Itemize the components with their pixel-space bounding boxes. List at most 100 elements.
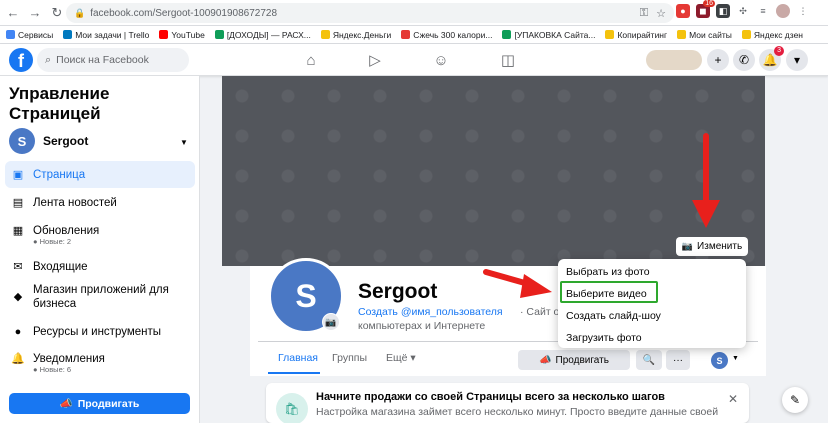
bookmark-label: Яндекс дзен xyxy=(753,29,803,40)
sidebar-item-1[interactable]: ▣ Страница xyxy=(5,161,195,188)
news-feed-icon: ▤ xyxy=(12,197,24,209)
bookmark-favicon-icon xyxy=(502,30,512,39)
sidebar-item-label: Входящие xyxy=(33,260,88,273)
extensions-area: ● ◼ 16 ◧ ✣ ≡ ⋮ xyxy=(676,0,810,18)
search-page-button[interactable]: 🔍 xyxy=(636,350,662,370)
profile-shortcut[interactable] xyxy=(646,50,702,70)
account-menu-button[interactable]: ▾ xyxy=(786,49,808,71)
sidebar-item-label: Обновления xyxy=(33,224,100,237)
star-icon[interactable]: ☆ xyxy=(656,7,666,20)
watch-icon[interactable]: ▷ xyxy=(364,50,386,70)
bookmarks-bar: Сервисы Мои задачи | Trello YouTube [ДОХОДЫ… xyxy=(0,26,828,44)
sidebar-item-7[interactable]: 🔔 Уведомления ● Новые: 6 xyxy=(5,345,195,375)
bookmark-item[interactable]: Сжечь 300 калори... xyxy=(401,30,492,40)
notification-count: 3 xyxy=(774,46,784,56)
sidebar-item-4[interactable]: ✉ Входящие xyxy=(5,253,195,280)
gaming-icon[interactable]: ◫ xyxy=(497,50,519,70)
sidebar-item-subtext: ● Новые: 6 xyxy=(33,365,72,374)
resources-icon: ● xyxy=(14,325,22,338)
bookmark-label: [ДОХОДЫ] — РАСХ... xyxy=(226,29,311,40)
bookmark-item[interactable]: Яндекс.Деньги xyxy=(320,29,392,40)
forward-icon[interactable]: → xyxy=(26,4,44,22)
extension-red-icon[interactable]: ● xyxy=(676,4,690,18)
browser-toolbar: ← → ↻ 🔒 facebook.com/Sergoot-10090190867… xyxy=(0,0,828,26)
extension-badge-icon[interactable]: ◼ 16 xyxy=(696,0,715,18)
page-icon: ▣ xyxy=(12,169,24,181)
home-icon[interactable]: ⌂ xyxy=(300,50,322,70)
messenger-icon[interactable]: ✆ xyxy=(733,49,755,71)
bookmark-item[interactable]: Копирайтинг xyxy=(605,30,667,40)
edit-cover-label: Изменить xyxy=(697,241,743,252)
bookmark-favicon-icon xyxy=(6,30,15,39)
sidebar-item-6[interactable]: ● Ресурсы и инструменты xyxy=(5,318,195,345)
promo-text: Настройка магазина займет всего нескольк… xyxy=(316,406,719,418)
tab-more[interactable]: Ещё ▾ xyxy=(386,352,416,364)
more-options-button[interactable]: ··· xyxy=(666,350,690,370)
compose-icon[interactable]: ✎ xyxy=(782,387,808,413)
page-management-sidebar: Управление Страницей S Sergoot ▼ ▣ Страни… xyxy=(0,76,200,423)
sidebar-promote-button[interactable]: 📣 Продвигать xyxy=(9,393,190,414)
profile-avatar-icon[interactable] xyxy=(776,4,790,18)
bookmark-item[interactable]: YouTube xyxy=(159,30,205,40)
bookmark-item[interactable]: Мои сайты xyxy=(677,30,732,40)
bookmark-label: Сжечь 300 калори... xyxy=(413,29,493,40)
menu-item-upload-photo[interactable]: Загрузить фото xyxy=(566,332,642,344)
search-placeholder: Поиск на Facebook xyxy=(56,54,149,66)
caret-down-icon[interactable]: ▼ xyxy=(180,138,188,147)
bookmark-label: [УПАКОВКА Сайта... xyxy=(514,29,596,40)
bookmark-favicon-icon xyxy=(159,30,169,39)
facebook-logo[interactable]: f xyxy=(9,48,33,72)
close-icon[interactable]: ✕ xyxy=(728,392,738,406)
bookmark-favicon-icon xyxy=(320,30,330,39)
notifications-button[interactable]: 🔔 3 xyxy=(759,46,784,71)
acting-as-avatar[interactable]: S xyxy=(711,352,728,369)
page-avatar: S xyxy=(9,128,35,154)
extension-dark-icon[interactable]: ◧ xyxy=(716,4,730,18)
bookmark-favicon-icon xyxy=(741,30,751,39)
reload-icon[interactable]: ↻ xyxy=(48,4,66,22)
bookmark-item[interactable]: Сервисы xyxy=(6,30,53,40)
notifications-box-icon: ▦ xyxy=(12,225,24,237)
bookmark-label: Мои сайты xyxy=(689,29,732,40)
bookmark-label: Мои задачи | Trello xyxy=(75,29,150,40)
back-icon[interactable]: ← xyxy=(4,4,22,22)
groups-icon[interactable]: ☺ xyxy=(430,50,452,70)
edit-cover-button[interactable]: 📷 Изменить xyxy=(676,237,748,256)
bookmark-label: Копирайтинг xyxy=(617,29,668,40)
avatar-camera-icon[interactable]: 📷 xyxy=(322,313,340,331)
url-path: /Sergoot-100901908672728 xyxy=(152,7,278,19)
facebook-header: f ⌕ Поиск на Facebook ⌂ ▷ ☺ ◫ + ✆ 🔔 3 ▾ xyxy=(0,44,828,76)
sidebar-item-label: Уведомления xyxy=(33,352,105,365)
bookmark-item[interactable]: Яндекс дзен xyxy=(741,29,803,40)
bookmark-favicon-icon xyxy=(605,30,615,39)
menu-item-choose-photo[interactable]: Выбрать из фото xyxy=(566,266,650,278)
browser-menu-icon[interactable]: ⋮ xyxy=(796,4,810,18)
create-button[interactable]: + xyxy=(707,49,729,71)
inbox-icon: ✉ xyxy=(13,261,23,273)
bookmark-favicon-icon xyxy=(401,30,411,39)
bookmark-label: Яндекс.Деньги xyxy=(332,29,392,40)
bell-icon: 🔔 xyxy=(11,353,25,365)
tab-groups[interactable]: Группы xyxy=(332,352,367,364)
bookmark-item[interactable]: [ДОХОДЫ] — РАСХ... xyxy=(214,29,311,40)
create-username-link[interactable]: Создать @имя_пользователя xyxy=(358,306,503,318)
key-icon[interactable]: ⚿ xyxy=(640,7,648,20)
menu-item-create-slideshow[interactable]: Создать слайд-шоу xyxy=(566,310,661,322)
bookmark-favicon-icon xyxy=(63,30,73,39)
sidebar-item-label: Магазин приложений для бизнеса xyxy=(33,283,169,310)
page-name: Sergoot xyxy=(43,134,89,148)
tab-main[interactable]: Главная xyxy=(278,352,318,364)
bookmark-item[interactable]: [УПАКОВКА Сайта... xyxy=(502,30,595,40)
puzzle-icon[interactable]: ✣ xyxy=(736,4,750,18)
sidebar-item-3[interactable]: ▦ Обновления ● Новые: 2 xyxy=(5,217,195,247)
address-bar[interactable]: 🔒 facebook.com/Sergoot-100901908672728 ⚿… xyxy=(66,3,674,23)
tab-search-icon[interactable]: ≡ xyxy=(756,4,770,18)
caret-down-icon[interactable]: ▼ xyxy=(732,355,739,362)
bookmark-item[interactable]: Мои задачи | Trello xyxy=(63,30,149,40)
profile-category: компьютерах и Интернете xyxy=(358,320,486,332)
facebook-search-input[interactable]: ⌕ Поиск на Facebook xyxy=(37,48,189,72)
sidebar-item-5[interactable]: ◆ Магазин приложений для бизнеса xyxy=(5,283,195,310)
promote-button[interactable]: 📣 Продвигать xyxy=(518,350,630,370)
sidebar-item-2[interactable]: ▤ Лента новостей xyxy=(5,189,195,216)
page-switcher[interactable]: S Sergoot xyxy=(9,128,88,154)
